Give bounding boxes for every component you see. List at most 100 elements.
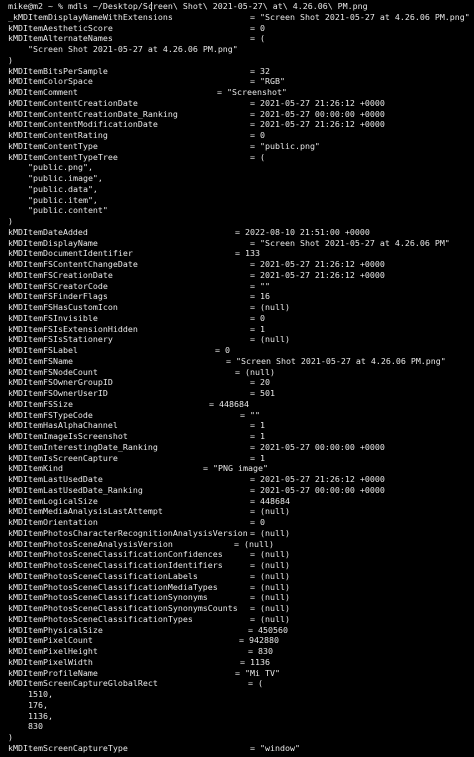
attribute-key: kMDItemLastUsedDate_Ranking xyxy=(8,484,143,495)
attribute-key: kMDItemFSOwnerGroupID xyxy=(8,377,113,388)
attribute-value: = 16 xyxy=(250,291,270,302)
attribute-key: kMDItemFSLabel xyxy=(8,345,78,355)
attribute-row: kMDItemAlternateNames = ( xyxy=(4,33,474,44)
attribute-row: kMDItemPhotosSceneAnalysisVersion = (null… xyxy=(4,539,474,550)
array-item-row: 1510, xyxy=(4,689,474,700)
attribute-value: = 448684 xyxy=(250,495,290,506)
attribute-row: kMDItemHasAlphaChannel = 1 xyxy=(4,420,474,431)
attribute-key: kMDItemPixelHeight xyxy=(8,646,98,656)
attribute-row: kMDItemFSOwnerUserID = 501 xyxy=(4,388,474,399)
attribute-key: kMDItemFSCreatorCode xyxy=(8,280,108,291)
attribute-value: = (null) xyxy=(234,538,274,549)
attribute-value: = 32 xyxy=(250,65,270,76)
attribute-key: kMDItemFSName xyxy=(8,355,73,366)
attribute-value: = 942880 xyxy=(239,635,279,646)
attribute-row: kMDItemPhotosSceneClassificationMediaTyp… xyxy=(4,582,474,593)
attribute-row: kMDItemFSHasCustomIcon = (null) xyxy=(4,302,474,313)
attribute-key: kMDItemContentRating xyxy=(8,130,108,140)
text-cursor-icon xyxy=(151,2,152,11)
attribute-value: = 2021-05-27 21:26:12 +0000 xyxy=(250,119,385,130)
array-item: 1510, xyxy=(28,689,53,699)
attribute-key: kMDItemPhotosSceneClassificationConfiden… xyxy=(8,549,223,560)
attribute-row: kMDItemPixelHeight = 830 xyxy=(4,646,474,657)
attribute-row: kMDItemLastUsedDate = 2021-05-27 21:26:12… xyxy=(4,474,474,485)
attribute-key: kMDItemFSSize xyxy=(8,398,73,409)
attribute-key: kMDItemScreenCaptureType xyxy=(8,742,128,753)
attribute-key: kMDItemFSTypeCode xyxy=(8,409,93,420)
attribute-row: kMDItemPixelWidth = 1136 xyxy=(4,657,474,668)
attribute-value: = 2021-05-27 21:26:12 +0000 xyxy=(250,269,385,280)
attribute-value: = 1 xyxy=(250,431,265,441)
attribute-key: kMDItemScreenCaptureGlobalRect xyxy=(8,678,158,689)
attribute-key: kMDItemPixelCount xyxy=(8,635,93,646)
attribute-key: kMDItemAestheticScore xyxy=(8,22,113,33)
attribute-value: = 2021-05-27 00:00:00 +0000 xyxy=(250,108,385,119)
attribute-row: kMDItemContentRating = 0 xyxy=(4,130,474,141)
attribute-row: kMDItemPhotosSceneClassificationSynonyms… xyxy=(4,592,474,603)
attribute-row: kMDItemDocumentIdentifier = 133 xyxy=(4,248,474,259)
attribute-row: kMDItemKind = "PNG image" xyxy=(4,463,474,474)
attribute-key: _kMDItemDisplayNameWithExtensions xyxy=(8,11,173,22)
array-item: "public.item", xyxy=(28,194,98,205)
attribute-key: kMDItemPhotosSceneClassificationSynonyms… xyxy=(8,603,238,613)
attribute-key: kMDItemImageIsScreenshot xyxy=(8,431,128,441)
attribute-value: = 1136 xyxy=(240,656,270,667)
attribute-value: = (null) xyxy=(250,570,290,581)
attribute-value: = (null) xyxy=(250,581,290,592)
array-close-paren: ) xyxy=(8,54,13,65)
attribute-row: kMDItemPhotosSceneClassificationIdentifi… xyxy=(4,560,474,571)
attribute-key: kMDItemFSCreationDate xyxy=(8,269,113,280)
array-item-row: "public.image", xyxy=(4,173,474,184)
attribute-key: kMDItemDateAdded xyxy=(8,226,88,237)
attribute-key: kMDItemFSIsExtensionHidden xyxy=(8,323,138,334)
attribute-key: kMDItemFSHasCustomIcon xyxy=(8,302,118,312)
attribute-row: kMDItemPixelCount = 942880 xyxy=(4,635,474,646)
command-line: mike@m2 ~ % mdls ~/Desktop/Screen\ Shot\… xyxy=(4,1,474,12)
attribute-key: kMDItemKind xyxy=(8,463,63,474)
attribute-row: kMDItemPhotosCharacterRecognitionAnalysi… xyxy=(4,528,474,539)
array-close-row: ) xyxy=(4,216,474,227)
attribute-key: kMDItemFSInvisible xyxy=(8,312,98,323)
attribute-row: kMDItemFSNodeCount = (null) xyxy=(4,367,474,378)
attribute-key: kMDItemMediaAnalysisLastAttempt xyxy=(8,506,163,517)
attribute-value: = 2021-05-27 21:26:12 +0000 xyxy=(250,97,385,108)
attribute-row: kMDItemScreenCaptureType = "window" xyxy=(4,743,474,754)
attribute-value: = 20 xyxy=(250,377,270,388)
attribute-value: = 0 xyxy=(250,517,265,527)
attribute-value: = (null) xyxy=(250,302,290,312)
array-item-row: 176, xyxy=(4,700,474,711)
array-item: "Screen Shot 2021-05-27 at 4.26.06 PM.pn… xyxy=(28,44,238,54)
attribute-value: = "Screen Shot 2021-05-27 at 4.26.06 PM.… xyxy=(250,11,470,22)
attribute-key: kMDItemFSFinderFlags xyxy=(8,291,108,302)
array-item: 830 xyxy=(28,721,43,732)
attribute-key: kMDItemFSOwnerUserID xyxy=(8,388,108,398)
attribute-row: kMDItemAestheticScore = 0 xyxy=(4,23,474,34)
attribute-key: kMDItemContentType xyxy=(8,140,98,151)
array-close-row: ) xyxy=(4,732,474,743)
attribute-value: = 1 xyxy=(250,420,265,431)
attribute-value: = ( xyxy=(248,678,263,689)
attribute-row: _kMDItemDisplayNameWithExtensions = "Scre… xyxy=(4,12,474,23)
attribute-row: kMDItemDisplayName = "Screen Shot 2021-05… xyxy=(4,238,474,249)
attribute-key: kMDItemContentModificationDate xyxy=(8,119,158,130)
attribute-row: kMDItemFSIsExtensionHidden = 1 xyxy=(4,324,474,335)
attribute-row: kMDItemLogicalSize = 448684 xyxy=(4,496,474,507)
attribute-row: kMDItemPhysicalSize = 450560 xyxy=(4,625,474,636)
attribute-row: kMDItemContentTypeTree = ( xyxy=(4,152,474,163)
attribute-value: = "window" xyxy=(250,742,300,753)
terminal-output: mike@m2 ~ % mdls ~/Desktop/Screen\ Shot\… xyxy=(0,0,474,757)
attribute-row: kMDItemComment = "Screenshot" xyxy=(4,87,474,98)
attribute-key: kMDItemContentCreationDate_Ranking xyxy=(8,108,178,119)
attribute-row: kMDItemFSSize = 448684 xyxy=(4,399,474,410)
attribute-row: kMDItemContentModificationDate = 2021-05-… xyxy=(4,119,474,130)
attribute-value: = "Mi TV" xyxy=(235,667,280,678)
array-close-row: ) xyxy=(4,55,474,66)
attribute-value: = 0 xyxy=(215,345,230,355)
attribute-value: = 2021-05-27 21:26:12 +0000 xyxy=(250,474,385,484)
attribute-row: kMDItemBitsPerSample = 32 xyxy=(4,66,474,77)
attribute-value: = "Screen Shot 2021-05-27 at 4.26.06 PM.… xyxy=(226,355,446,366)
attribute-key: kMDItemAlternateNames xyxy=(8,33,113,44)
attribute-row: kMDItemContentType = "public.png" xyxy=(4,141,474,152)
mdls-attribute-list: _kMDItemDisplayNameWithExtensions = "Scre… xyxy=(4,12,474,754)
attribute-value: = 2021-05-27 00:00:00 +0000 xyxy=(250,484,385,495)
